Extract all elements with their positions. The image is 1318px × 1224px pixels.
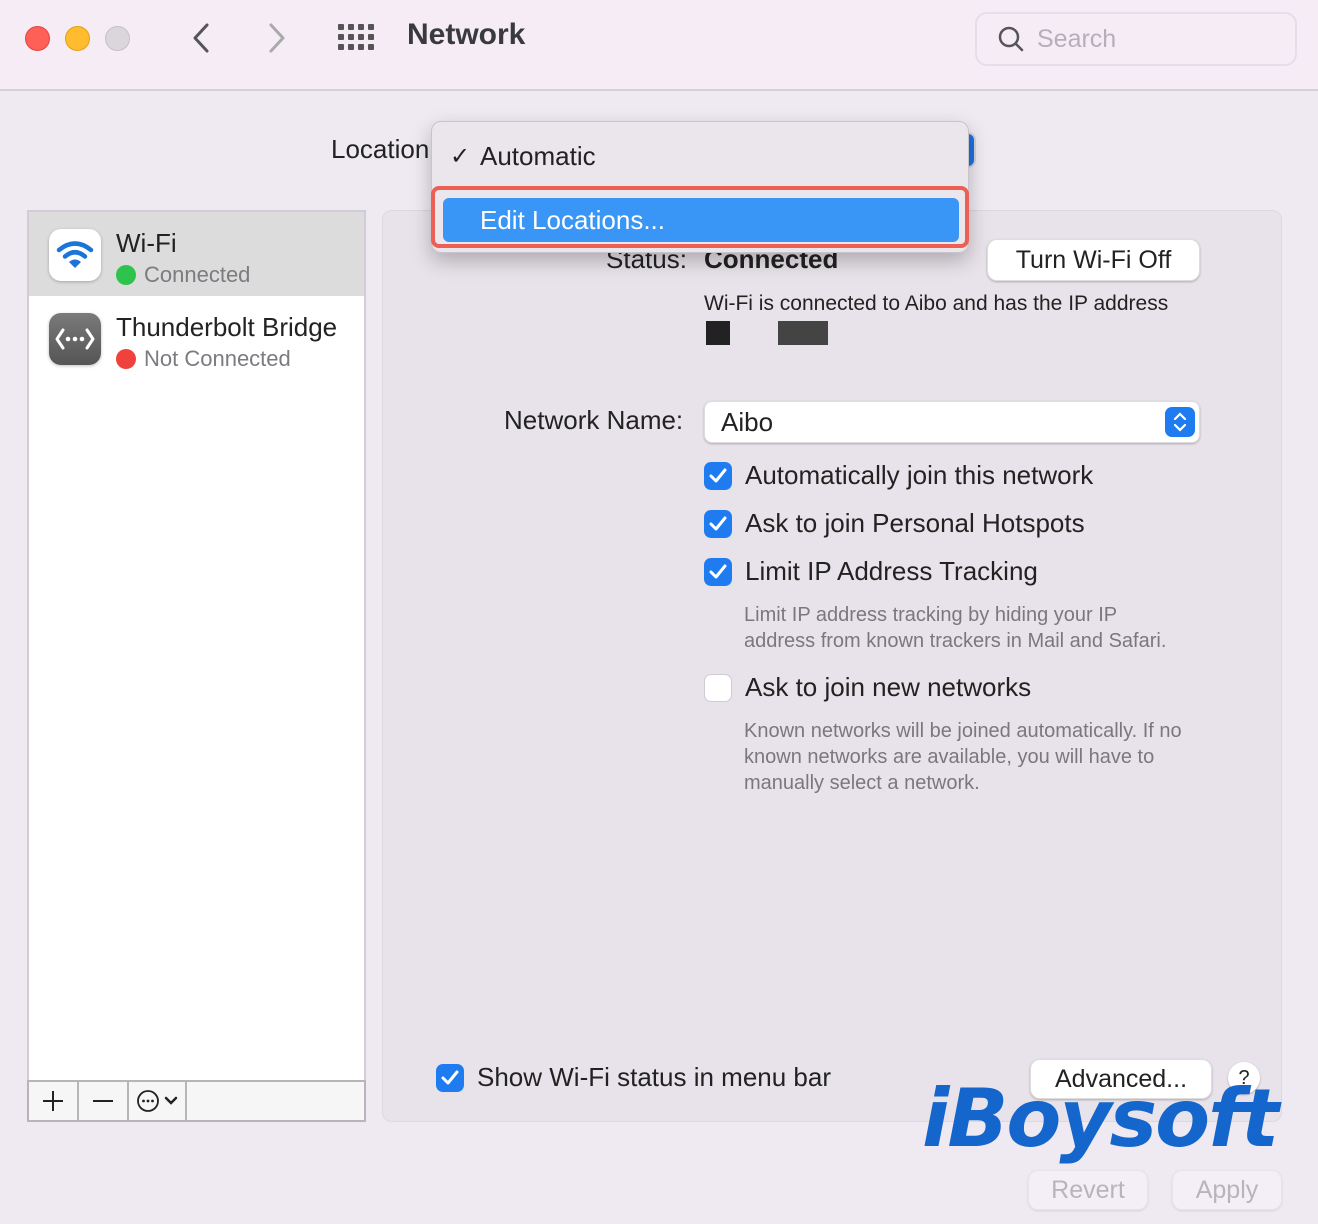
auto-join-checkbox[interactable] (704, 461, 732, 490)
help-line: address from known trackers in Mail and … (744, 630, 1167, 652)
ask-new-networks-checkbox[interactable] (704, 673, 732, 702)
personal-hotspots-label: Ask to join Personal Hotspots (745, 508, 1085, 538)
show-all-preferences-button[interactable] (338, 24, 378, 54)
personal-hotspots-checkbox-row[interactable]: Ask to join Personal Hotspots (704, 508, 1085, 539)
checkmark-icon (441, 1070, 459, 1084)
grid-icon (338, 44, 344, 50)
help-line: Known networks will be joined automatica… (744, 720, 1182, 742)
back-button[interactable] (186, 20, 216, 56)
service-status: Connected (116, 262, 250, 288)
grid-icon (338, 24, 344, 30)
checkmark-icon (709, 468, 727, 482)
window-title: Network (407, 18, 526, 51)
help-line: Limit IP address tracking by hiding your… (744, 604, 1118, 626)
service-name: Thunderbolt Bridge (116, 312, 338, 342)
toolbar: Network (0, 0, 1318, 91)
personal-hotspots-checkbox[interactable] (704, 509, 732, 538)
checkmark-icon (709, 564, 727, 578)
close-window-button[interactable] (25, 26, 50, 51)
grid-icon (348, 44, 354, 50)
limit-ip-tracking-checkbox-row[interactable]: Limit IP Address Tracking (704, 556, 1038, 587)
location-label: Location (331, 134, 430, 164)
show-wifi-status-label: Show Wi-Fi status in menu bar (477, 1062, 832, 1092)
status-dot-connected (116, 265, 136, 285)
auto-join-checkbox-row[interactable]: Automatically join this network (704, 460, 1093, 491)
apply-button[interactable]: Apply (1172, 1170, 1282, 1210)
chevron-right-icon (269, 23, 285, 53)
more-actions-icon (137, 1090, 159, 1112)
ask-new-networks-label: Ask to join new networks (745, 672, 1032, 702)
grid-icon (368, 34, 374, 40)
service-status-text: Not Connected (144, 346, 291, 371)
grid-icon (348, 34, 354, 40)
remove-service-button[interactable] (79, 1082, 129, 1120)
grid-icon (338, 34, 344, 40)
service-actions-menu-button[interactable] (129, 1082, 187, 1120)
iboysoft-watermark: iBoysoft (922, 1072, 1279, 1165)
service-item-thunderbolt-bridge[interactable]: Thunderbolt Bridge Not Connected (29, 296, 364, 380)
status-description: Wi-Fi is connected to Aibo and has the I… (704, 289, 1174, 347)
chevron-left-icon (193, 23, 209, 53)
help-line: known networks are available, you will h… (744, 746, 1155, 768)
search-icon (998, 26, 1024, 52)
service-list-toolbar (27, 1080, 366, 1122)
service-status-text: Connected (144, 262, 251, 287)
service-name: Wi-Fi (116, 228, 177, 258)
thunderbolt-bridge-icon (49, 313, 101, 365)
network-name-value: Aibo (721, 407, 774, 437)
status-dot-not-connected (116, 349, 136, 369)
revert-button[interactable]: Revert (1028, 1170, 1148, 1210)
forward-button[interactable] (262, 20, 292, 56)
plus-icon (43, 1091, 63, 1111)
grid-icon (358, 34, 364, 40)
minimize-window-button[interactable] (65, 26, 90, 51)
minus-icon (93, 1100, 113, 1102)
ask-new-networks-help: Known networks will be joined automatica… (744, 718, 1182, 796)
search-field[interactable] (975, 12, 1297, 66)
grid-icon (348, 24, 354, 30)
checkmark-icon: ✓ (450, 142, 471, 170)
auto-join-label: Automatically join this network (745, 460, 1094, 490)
service-item-wifi[interactable]: Wi-Fi Connected (29, 212, 364, 296)
grid-icon (368, 44, 374, 50)
zoom-window-button[interactable] (105, 26, 130, 51)
service-list: Wi-Fi Connected Thunderbolt Bridge Not C… (27, 210, 366, 1122)
menu-item-label: Edit Locations... (480, 204, 665, 235)
redacted-ip (778, 321, 828, 346)
redacted-ip (706, 321, 730, 346)
limit-ip-tracking-help: Limit IP address tracking by hiding your… (744, 602, 1166, 654)
turn-wifi-off-button[interactable]: Turn Wi-Fi Off (987, 239, 1200, 281)
chevron-down-icon (164, 1096, 178, 1105)
network-name-select[interactable]: Aibo (704, 401, 1200, 443)
grid-icon (368, 24, 374, 30)
limit-ip-tracking-checkbox[interactable] (704, 557, 732, 586)
status-description-text: Wi-Fi is connected to Aibo and has the I… (704, 292, 1169, 315)
grid-icon (358, 44, 364, 50)
menu-item-edit-locations[interactable]: Edit Locations... (443, 198, 959, 242)
menu-item-automatic[interactable]: ✓ Automatic (450, 136, 596, 176)
ask-new-networks-checkbox-row[interactable]: Ask to join new networks (704, 672, 1031, 703)
search-input[interactable] (1037, 24, 1277, 54)
limit-ip-tracking-label: Limit IP Address Tracking (745, 556, 1038, 586)
show-wifi-status-checkbox[interactable] (436, 1063, 464, 1092)
help-line: manually select a network. (744, 772, 980, 794)
service-status: Not Connected (116, 346, 291, 372)
grid-icon (358, 24, 364, 30)
show-wifi-status-checkbox-row[interactable]: Show Wi-Fi status in menu bar (436, 1062, 831, 1093)
popup-stepper-icon (1165, 407, 1195, 437)
wifi-icon (49, 229, 101, 281)
location-menu: ✓ Automatic Edit Locations... (431, 121, 969, 253)
network-name-label: Network Name: (504, 405, 684, 435)
menu-item-label: Automatic (480, 140, 596, 171)
add-service-button[interactable] (29, 1082, 79, 1120)
checkmark-icon (709, 516, 727, 530)
